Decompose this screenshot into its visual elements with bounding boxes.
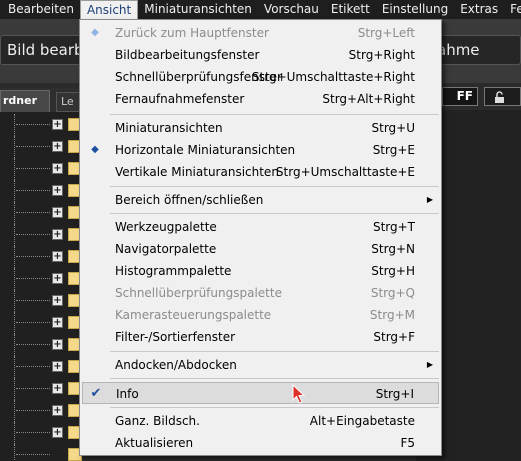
menu-einstellung[interactable]: Einstellung bbox=[376, 0, 454, 19]
tree-row[interactable]: + bbox=[0, 290, 82, 312]
menu-item-quick-check-window[interactable]: Schnellüberprüfungsfenster Strg+Umschalt… bbox=[82, 66, 439, 88]
folder-tree: + + + + + + + + + + + + + + + bbox=[0, 112, 82, 461]
expand-icon[interactable]: + bbox=[52, 185, 63, 196]
lock-button[interactable] bbox=[484, 87, 521, 106]
menu-item-quick-check-palette[interactable]: Schnellüberprüfungspalette Strg+Q bbox=[82, 282, 439, 304]
expand-icon[interactable]: + bbox=[52, 207, 63, 218]
menu-item-vertical-thumbnails[interactable]: Vertikale Miniaturansichten Strg+Umschal… bbox=[82, 161, 439, 183]
menu-item-full-screen[interactable]: Ganz. Bildsch. Alt+Eingabetaste bbox=[82, 410, 439, 432]
menu-etikett[interactable]: Etikett bbox=[325, 0, 376, 19]
mouse-cursor-icon bbox=[292, 384, 306, 404]
menu-separator bbox=[110, 351, 439, 352]
tree-row[interactable]: + bbox=[0, 400, 82, 422]
menu-item-tool-palette[interactable]: Werkzeugpalette Strg+T bbox=[82, 216, 439, 238]
active-bullet-icon: ◆ bbox=[91, 27, 99, 38]
menu-separator bbox=[110, 114, 439, 115]
menu-item-remote-shooting-window[interactable]: Fernaufnahmefenster Strg+Alt+Right bbox=[82, 88, 439, 110]
expand-icon[interactable]: + bbox=[52, 251, 63, 262]
menu-extras[interactable]: Extras bbox=[454, 0, 504, 19]
menu-item-back-main-window[interactable]: ◆ Zurück zum Hauptfenster Strg+Left bbox=[82, 22, 439, 44]
off-button[interactable]: FF bbox=[442, 87, 478, 106]
tree-row[interactable] bbox=[0, 444, 82, 461]
checkmark-icon: ✔ bbox=[90, 386, 102, 401]
tree-row[interactable]: + bbox=[0, 312, 82, 334]
expand-icon[interactable]: + bbox=[52, 339, 63, 350]
menu-item-edit-window[interactable]: Bildbearbeitungsfenster Strg+Right bbox=[82, 44, 439, 66]
menu-separator bbox=[110, 378, 439, 379]
menu-item-thumbnails[interactable]: Miniaturansichten Strg+U bbox=[82, 117, 439, 139]
menu-fenster[interactable]: Fe bbox=[504, 0, 521, 19]
tree-row[interactable]: + bbox=[0, 136, 82, 158]
menu-item-info[interactable]: ✔ Info Strg+I bbox=[82, 382, 439, 404]
expand-icon[interactable]: + bbox=[52, 361, 63, 372]
tree-row[interactable]: + bbox=[0, 268, 82, 290]
tree-row[interactable]: + bbox=[0, 422, 82, 444]
view-menu-dropdown: ◆ Zurück zum Hauptfenster Strg+Left Bild… bbox=[79, 19, 442, 456]
menu-item-dock-undock[interactable]: Andocken/Abdocken ▶ bbox=[82, 354, 439, 376]
menu-item-filter-sort-window[interactable]: Filter-/Sortierfenster Strg+F bbox=[82, 326, 439, 348]
expand-icon[interactable]: + bbox=[52, 273, 63, 284]
expand-icon[interactable]: + bbox=[52, 383, 63, 394]
expand-icon[interactable]: + bbox=[52, 317, 63, 328]
menu-separator bbox=[110, 186, 439, 187]
tree-row[interactable]: + bbox=[0, 180, 82, 202]
active-bullet-icon: ◆ bbox=[91, 144, 99, 155]
tree-row[interactable]: + bbox=[0, 246, 82, 268]
expand-icon[interactable]: + bbox=[52, 427, 63, 438]
tree-row[interactable]: + bbox=[0, 114, 82, 136]
submenu-arrow-icon: ▶ bbox=[426, 195, 433, 204]
expand-icon[interactable]: + bbox=[52, 141, 63, 152]
menu-item-camera-control-palette[interactable]: Kamerasteuerungspalette Strg+M bbox=[82, 304, 439, 326]
edit-image-button[interactable]: Bild bearbe bbox=[0, 35, 82, 65]
tree-row[interactable]: + bbox=[0, 224, 82, 246]
menu-item-histogram-palette[interactable]: Histogrammpalette Strg+H bbox=[82, 260, 439, 282]
menu-separator bbox=[110, 407, 439, 408]
menu-bearbeiten[interactable]: Bearbeiten bbox=[0, 0, 80, 19]
expand-icon[interactable]: + bbox=[52, 163, 63, 174]
menu-item-toggle-area[interactable]: Bereich öffnen/schließen ▶ bbox=[82, 189, 439, 211]
tree-row[interactable]: + bbox=[0, 378, 82, 400]
menu-vorschau[interactable]: Vorschau bbox=[258, 0, 325, 19]
expand-icon[interactable]: + bbox=[52, 229, 63, 240]
expand-icon[interactable]: + bbox=[52, 405, 63, 416]
menu-ansicht[interactable]: Ansicht bbox=[79, 0, 139, 19]
tree-row[interactable]: + bbox=[0, 356, 82, 378]
tab-folder[interactable]: rdner bbox=[0, 90, 50, 112]
menu-item-horizontal-thumbnails[interactable]: ◆ Horizontale Miniaturansichten Strg+E bbox=[82, 139, 439, 161]
menu-separator bbox=[110, 213, 439, 214]
expand-icon[interactable]: + bbox=[52, 119, 63, 130]
tree-row[interactable]: + bbox=[0, 202, 82, 224]
tree-row[interactable]: + bbox=[0, 158, 82, 180]
menu-item-navigator-palette[interactable]: Navigatorpalette Strg+N bbox=[82, 238, 439, 260]
menu-item-refresh[interactable]: Aktualisieren F5 bbox=[82, 432, 439, 454]
menubar: Bearbeiten Ansicht Miniaturansichten Vor… bbox=[0, 0, 521, 19]
expand-icon[interactable]: + bbox=[52, 295, 63, 306]
tree-row[interactable]: + bbox=[0, 334, 82, 356]
lock-icon bbox=[495, 90, 504, 103]
menu-miniaturansichten[interactable]: Miniaturansichten bbox=[138, 0, 258, 19]
submenu-arrow-icon: ▶ bbox=[426, 360, 433, 369]
